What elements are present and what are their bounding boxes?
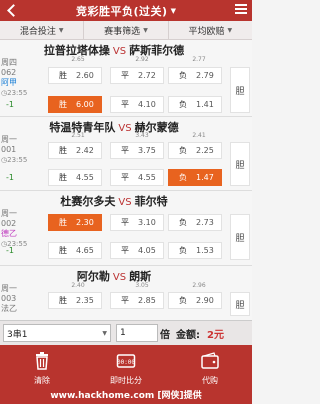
match-item: 拉普拉塔体操 VS 萨斯菲尔德 周四062 阿甲 ◷23:55 2.65 2.92 … <box>0 40 252 117</box>
filter-tabs: 混合投注 ▼ 赛事筛选 ▼ 平均欧赔 ▼ <box>0 21 252 40</box>
odds-lose[interactable]: 负 2.73 <box>168 214 222 231</box>
svg-text:00:00: 00:00 <box>117 359 135 366</box>
tab-average-odds[interactable]: 平均欧赔 ▼ <box>169 21 252 39</box>
match-code: 周一003 <box>1 284 17 303</box>
handicap-value: -1 <box>6 100 14 109</box>
title-bar: 竞彩胜平负(过关) ▼ <box>0 0 252 21</box>
multiple-input[interactable]: 1 <box>116 324 158 342</box>
amount-label: 金额: <box>176 330 200 341</box>
vs-label: VS <box>118 197 132 208</box>
league-name: 德乙 <box>1 229 17 238</box>
odds-win[interactable]: 胜 2.30 <box>48 214 102 231</box>
multiple-unit: 倍 <box>160 330 170 341</box>
odds-lose[interactable]: 负 2.25 <box>168 142 222 159</box>
app-root: 竞彩胜平负(过关) ▼ 混合投注 ▼ 赛事筛选 ▼ 平均欧赔 ▼ 拉普拉塔体操 VS 萨斯… <box>0 0 252 404</box>
odds-win[interactable]: 胜 2.60 <box>48 67 102 84</box>
sp-value: 2.40 <box>71 282 85 289</box>
match-info: 周一001 ◷23:55 <box>1 135 28 165</box>
live-score-label: 即时比分 <box>110 376 142 385</box>
match-teams: 杜赛尔多夫 VS 菲尔特 <box>0 193 228 209</box>
chevron-down-icon: ▼ <box>58 26 64 34</box>
league-name: 阿甲 <box>1 78 17 87</box>
league-name: 法乙 <box>1 304 17 313</box>
odds-win[interactable]: 胜 2.42 <box>48 142 102 159</box>
menu-icon[interactable] <box>235 4 247 16</box>
back-icon[interactable] <box>5 3 19 17</box>
match-item: 特温特青年队 VS 赫尔蒙德 周一001 ◷23:55 2.51 3.43 2.41… <box>0 117 252 191</box>
sp-value: 3.05 <box>135 282 149 289</box>
match-list[interactable]: 拉普拉塔体操 VS 萨斯菲尔德 周四062 阿甲 ◷23:55 2.65 2.92 … <box>0 40 252 320</box>
sp-value: 2.92 <box>135 56 149 63</box>
banker-button[interactable]: 胆 <box>230 142 250 186</box>
chevron-down-icon: ▼ <box>143 26 148 34</box>
chevron-down-icon: ▼ <box>227 26 233 34</box>
banker-button[interactable]: 胆 <box>230 214 250 260</box>
sp-value: 2.65 <box>71 56 85 63</box>
banker-button[interactable]: 胆 <box>230 67 250 113</box>
match-item: 阿尔勒 VS 朗斯 周一003 法乙 2.40 3.05 2.96 胜 2.35 平2… <box>0 266 252 320</box>
chevron-down-icon: ▼ <box>102 329 107 337</box>
odds-handicap-lose[interactable]: 负 1.53 <box>168 242 222 259</box>
odds-handicap-win[interactable]: 胜 4.65 <box>48 242 102 259</box>
sp-value: 3.43 <box>135 132 149 139</box>
match-item: 杜赛尔多夫 VS 菲尔特 周一002 德乙 ◷23:55 胜 2.30 平 3.10 负… <box>0 191 252 266</box>
away-team: 菲尔特 <box>134 195 168 208</box>
handicap-value: -1 <box>6 246 14 255</box>
tab-match-filter[interactable]: 赛事筛选 ▼ <box>84 21 169 39</box>
scoreboard-icon: 00:00 <box>116 354 135 368</box>
purchase-label: 代购 <box>202 376 218 385</box>
odds-win[interactable]: 胜 2.35 <box>48 292 102 309</box>
match-code: 周一002 <box>1 209 17 228</box>
trash-icon <box>36 352 48 370</box>
wallet-icon <box>201 352 219 369</box>
handicap-value: -1 <box>6 173 14 182</box>
chevron-down-icon[interactable]: ▼ <box>171 7 176 15</box>
sp-value: 2.51 <box>71 132 85 139</box>
odds-draw[interactable]: 平 2.85 <box>110 292 164 309</box>
page-title[interactable]: 竞彩胜平负(过关) <box>76 3 168 19</box>
match-time: ◷23:55 <box>1 156 28 164</box>
match-time: ◷23:55 <box>1 89 28 97</box>
watermark-text: www.hackhome.com [网侠]提供 <box>50 391 202 401</box>
odds-handicap-lose[interactable]: 负 1.41 <box>168 96 222 113</box>
amount-value: 2元 <box>207 330 224 341</box>
tab-mixed-bet[interactable]: 混合投注 ▼ <box>0 21 85 39</box>
banker-button[interactable]: 胆 <box>230 292 250 316</box>
clear-label: 清除 <box>34 376 50 385</box>
match-info: 周四062 阿甲 ◷23:55 <box>1 58 28 98</box>
sp-value: 2.41 <box>192 132 206 139</box>
odds-handicap-lose[interactable]: 负 1.47 <box>168 169 222 186</box>
odds-handicap-win[interactable]: 胜 4.55 <box>48 169 102 186</box>
bet-bar: 3串1 ▼ 1 倍 金额: 2元 <box>0 320 252 345</box>
odds-handicap-draw[interactable]: 平 4.55 <box>110 169 164 186</box>
odds-handicap-win[interactable]: 胜 6.00 <box>48 96 102 113</box>
sp-value: 2.96 <box>192 282 206 289</box>
odds-draw[interactable]: 平 2.72 <box>110 67 164 84</box>
odds-lose[interactable]: 负 2.90 <box>168 292 222 309</box>
pass-type-select[interactable]: 3串1 ▼ <box>3 324 111 342</box>
sp-value: 2.77 <box>192 56 206 63</box>
odds-handicap-draw[interactable]: 平 4.05 <box>110 242 164 259</box>
match-code: 周四062 <box>1 58 17 77</box>
match-info: 周一002 德乙 ◷23:55 <box>1 209 27 249</box>
odds-draw[interactable]: 平 3.75 <box>110 142 164 159</box>
odds-lose[interactable]: 负 2.79 <box>168 67 222 84</box>
home-team: 杜赛尔多夫 <box>60 195 116 208</box>
match-code: 周一001 <box>1 135 17 154</box>
odds-handicap-draw[interactable]: 平 4.10 <box>110 96 164 113</box>
odds-draw[interactable]: 平 3.10 <box>110 214 164 231</box>
match-info: 周一003 法乙 <box>1 284 26 314</box>
